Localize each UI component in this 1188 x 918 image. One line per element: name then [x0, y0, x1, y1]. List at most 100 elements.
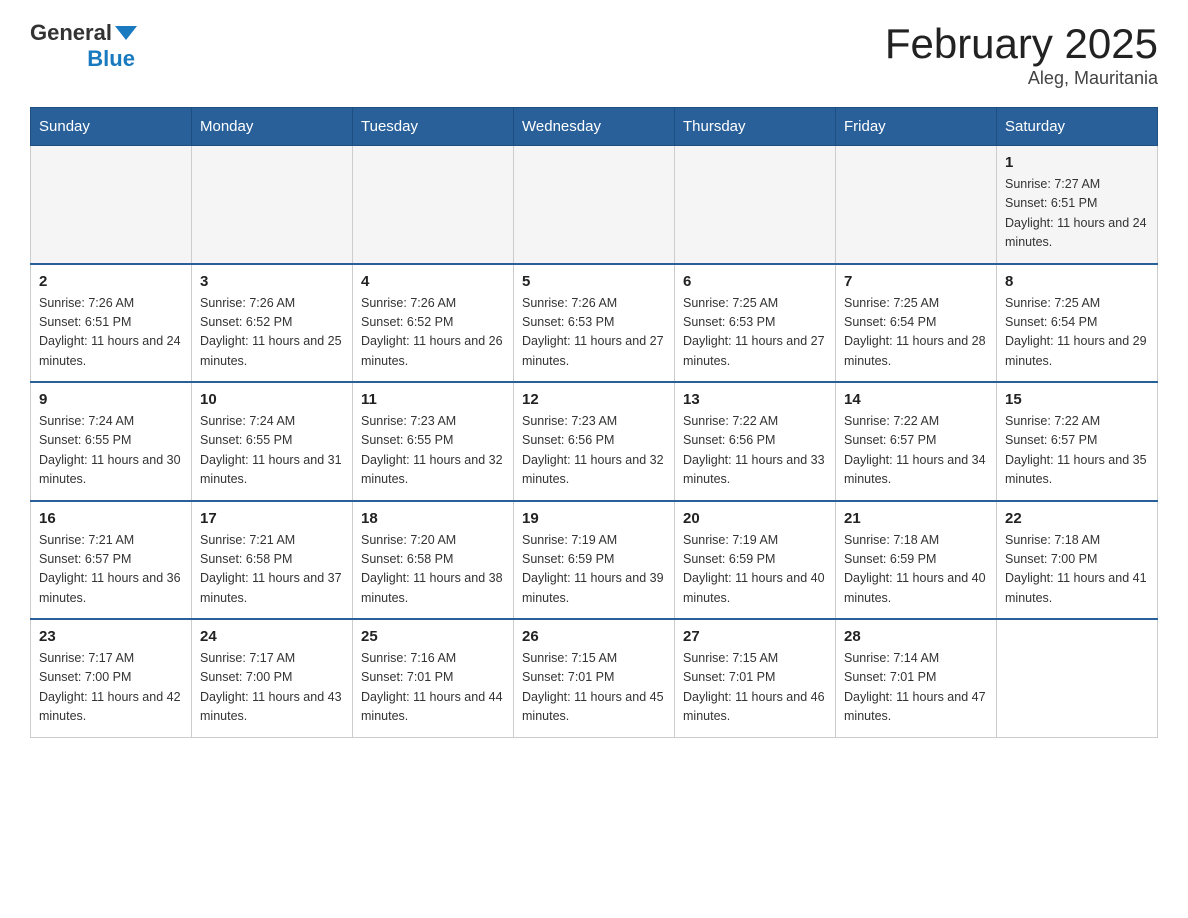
day-info: Sunrise: 7:23 AMSunset: 6:55 PMDaylight:… — [361, 412, 505, 490]
day-number: 9 — [39, 391, 183, 408]
day-info: Sunrise: 7:26 AMSunset: 6:51 PMDaylight:… — [39, 294, 183, 372]
day-number: 15 — [1005, 391, 1149, 408]
logo-general-text: General — [30, 20, 112, 46]
day-info: Sunrise: 7:22 AMSunset: 6:57 PMDaylight:… — [1005, 412, 1149, 490]
calendar-cell: 2 Sunrise: 7:26 AMSunset: 6:51 PMDaylight… — [31, 264, 192, 383]
day-info: Sunrise: 7:16 AMSunset: 7:01 PMDaylight:… — [361, 649, 505, 727]
calendar-cell: 28Sunrise: 7:14 AMSunset: 7:01 PMDayligh… — [836, 619, 997, 737]
logo: General Blue — [30, 20, 137, 72]
calendar-cell: 3Sunrise: 7:26 AMSunset: 6:52 PMDaylight… — [192, 264, 353, 383]
day-info: Sunrise: 7:20 AMSunset: 6:58 PMDaylight:… — [361, 531, 505, 609]
day-info: Sunrise: 7:22 AMSunset: 6:57 PMDaylight:… — [844, 412, 988, 490]
day-info: Sunrise: 7:17 AMSunset: 7:00 PMDaylight:… — [39, 649, 183, 727]
day-number: 26 — [522, 628, 666, 645]
calendar-cell: 14 Sunrise: 7:22 AMSunset: 6:57 PMDayligh… — [836, 382, 997, 501]
calendar-cell — [192, 146, 353, 264]
day-number: 24 — [200, 628, 344, 645]
day-info: Sunrise: 7:25 AMSunset: 6:54 PMDaylight:… — [1005, 294, 1149, 372]
day-info: Sunrise: 7:25 AMSunset: 6:53 PMDaylight:… — [683, 294, 827, 372]
day-number: 27 — [683, 628, 827, 645]
day-number: 20 — [683, 510, 827, 527]
day-info: Sunrise: 7:21 AMSunset: 6:58 PMDaylight:… — [200, 531, 344, 609]
calendar-cell: 24 Sunrise: 7:17 AMSunset: 7:00 PMDayligh… — [192, 619, 353, 737]
calendar-cell: 11 Sunrise: 7:23 AMSunset: 6:55 PMDayligh… — [353, 382, 514, 501]
calendar-cell: 22Sunrise: 7:18 AMSunset: 7:00 PMDayligh… — [997, 501, 1158, 620]
calendar-week-row: 1 Sunrise: 7:27 AMSunset: 6:51 PMDaylight… — [31, 146, 1158, 264]
day-info: Sunrise: 7:25 AMSunset: 6:54 PMDaylight:… — [844, 294, 988, 372]
col-friday: Friday — [836, 108, 997, 146]
calendar-cell: 12 Sunrise: 7:23 AMSunset: 6:56 PMDayligh… — [514, 382, 675, 501]
calendar-cell: 18 Sunrise: 7:20 AMSunset: 6:58 PMDayligh… — [353, 501, 514, 620]
day-info: Sunrise: 7:18 AMSunset: 6:59 PMDaylight:… — [844, 531, 988, 609]
day-number: 2 — [39, 273, 183, 290]
day-number: 1 — [1005, 154, 1149, 171]
calendar-cell: 8 Sunrise: 7:25 AMSunset: 6:54 PMDaylight… — [997, 264, 1158, 383]
day-number: 23 — [39, 628, 183, 645]
logo-blue-text: Blue — [87, 46, 135, 72]
day-info: Sunrise: 7:19 AMSunset: 6:59 PMDaylight:… — [683, 531, 827, 609]
calendar-cell: 9 Sunrise: 7:24 AMSunset: 6:55 PMDaylight… — [31, 382, 192, 501]
day-info: Sunrise: 7:27 AMSunset: 6:51 PMDaylight:… — [1005, 175, 1149, 253]
calendar-cell: 4 Sunrise: 7:26 AMSunset: 6:52 PMDaylight… — [353, 264, 514, 383]
calendar-week-row: 9 Sunrise: 7:24 AMSunset: 6:55 PMDaylight… — [31, 382, 1158, 501]
day-info: Sunrise: 7:15 AMSunset: 7:01 PMDaylight:… — [683, 649, 827, 727]
day-number: 4 — [361, 273, 505, 290]
calendar-cell: 17 Sunrise: 7:21 AMSunset: 6:58 PMDayligh… — [192, 501, 353, 620]
day-info: Sunrise: 7:23 AMSunset: 6:56 PMDaylight:… — [522, 412, 666, 490]
calendar-cell: 5 Sunrise: 7:26 AMSunset: 6:53 PMDaylight… — [514, 264, 675, 383]
col-wednesday: Wednesday — [514, 108, 675, 146]
calendar-cell: 6 Sunrise: 7:25 AMSunset: 6:53 PMDaylight… — [675, 264, 836, 383]
calendar-cell: 27 Sunrise: 7:15 AMSunset: 7:01 PMDayligh… — [675, 619, 836, 737]
col-thursday: Thursday — [675, 108, 836, 146]
calendar-cell — [675, 146, 836, 264]
day-number: 8 — [1005, 273, 1149, 290]
month-title: February 2025 — [885, 20, 1158, 68]
day-number: 10 — [200, 391, 344, 408]
day-number: 6 — [683, 273, 827, 290]
day-number: 21 — [844, 510, 988, 527]
calendar-week-row: 2 Sunrise: 7:26 AMSunset: 6:51 PMDaylight… — [31, 264, 1158, 383]
calendar-cell: 25 Sunrise: 7:16 AMSunset: 7:01 PMDayligh… — [353, 619, 514, 737]
calendar-header-row: Sunday Monday Tuesday Wednesday Thursday… — [31, 108, 1158, 146]
calendar-cell: 16 Sunrise: 7:21 AMSunset: 6:57 PMDayligh… — [31, 501, 192, 620]
calendar-cell — [31, 146, 192, 264]
calendar-cell — [836, 146, 997, 264]
calendar-cell: 23 Sunrise: 7:17 AMSunset: 7:00 PMDayligh… — [31, 619, 192, 737]
day-number: 11 — [361, 391, 505, 408]
day-number: 18 — [361, 510, 505, 527]
day-number: 16 — [39, 510, 183, 527]
calendar-table: Sunday Monday Tuesday Wednesday Thursday… — [30, 107, 1158, 738]
day-info: Sunrise: 7:26 AMSunset: 6:52 PMDaylight:… — [361, 294, 505, 372]
calendar-cell: 26Sunrise: 7:15 AMSunset: 7:01 PMDayligh… — [514, 619, 675, 737]
day-number: 12 — [522, 391, 666, 408]
calendar-cell — [353, 146, 514, 264]
calendar-cell: 21 Sunrise: 7:18 AMSunset: 6:59 PMDayligh… — [836, 501, 997, 620]
col-monday: Monday — [192, 108, 353, 146]
day-number: 5 — [522, 273, 666, 290]
calendar-cell — [997, 619, 1158, 737]
day-number: 25 — [361, 628, 505, 645]
calendar-week-row: 23 Sunrise: 7:17 AMSunset: 7:00 PMDayligh… — [31, 619, 1158, 737]
calendar-cell — [514, 146, 675, 264]
day-info: Sunrise: 7:26 AMSunset: 6:53 PMDaylight:… — [522, 294, 666, 372]
day-info: Sunrise: 7:22 AMSunset: 6:56 PMDaylight:… — [683, 412, 827, 490]
calendar-cell: 20 Sunrise: 7:19 AMSunset: 6:59 PMDayligh… — [675, 501, 836, 620]
day-number: 17 — [200, 510, 344, 527]
calendar-cell: 13Sunrise: 7:22 AMSunset: 6:56 PMDayligh… — [675, 382, 836, 501]
day-number: 14 — [844, 391, 988, 408]
day-info: Sunrise: 7:17 AMSunset: 7:00 PMDaylight:… — [200, 649, 344, 727]
day-info: Sunrise: 7:24 AMSunset: 6:55 PMDaylight:… — [39, 412, 183, 490]
day-info: Sunrise: 7:21 AMSunset: 6:57 PMDaylight:… — [39, 531, 183, 609]
calendar-week-row: 16 Sunrise: 7:21 AMSunset: 6:57 PMDayligh… — [31, 501, 1158, 620]
col-sunday: Sunday — [31, 108, 192, 146]
day-number: 19 — [522, 510, 666, 527]
page-header: General Blue February 2025 Aleg, Maurita… — [30, 20, 1158, 89]
day-info: Sunrise: 7:26 AMSunset: 6:52 PMDaylight:… — [200, 294, 344, 372]
logo-triangle-icon — [115, 26, 137, 40]
col-saturday: Saturday — [997, 108, 1158, 146]
col-tuesday: Tuesday — [353, 108, 514, 146]
calendar-cell: 1 Sunrise: 7:27 AMSunset: 6:51 PMDaylight… — [997, 146, 1158, 264]
calendar-cell: 10Sunrise: 7:24 AMSunset: 6:55 PMDayligh… — [192, 382, 353, 501]
calendar-cell: 15 Sunrise: 7:22 AMSunset: 6:57 PMDayligh… — [997, 382, 1158, 501]
day-info: Sunrise: 7:18 AMSunset: 7:00 PMDaylight:… — [1005, 531, 1149, 609]
